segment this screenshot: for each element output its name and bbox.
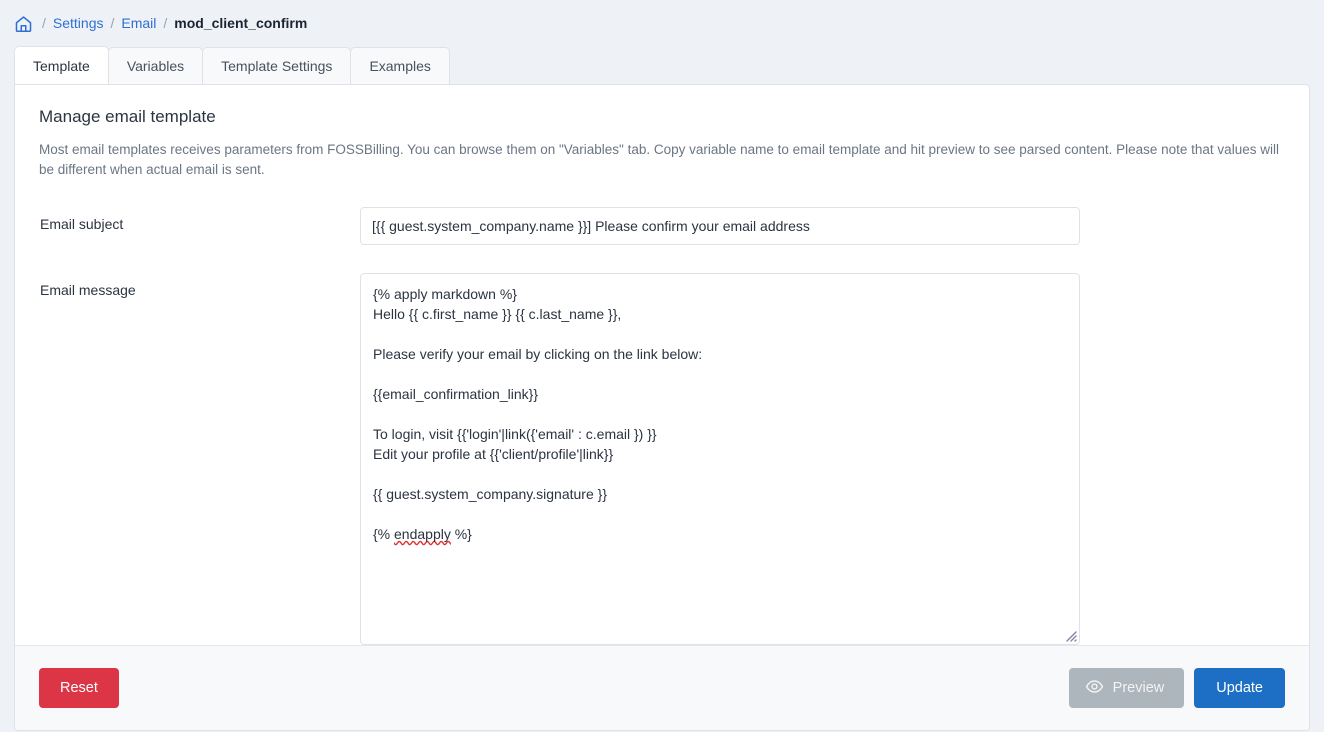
email-message-text-part1: {% apply markdown %} Hello {{ c.first_na… xyxy=(373,286,702,542)
breadcrumb: / Settings / Email / mod_client_confirm xyxy=(0,0,1324,46)
misspelled-word: endapply xyxy=(394,526,451,542)
email-message-textarea[interactable]: {% apply markdown %} Hello {{ c.first_na… xyxy=(360,273,1080,645)
breadcrumb-current-page: mod_client_confirm xyxy=(174,15,307,31)
tab-template[interactable]: Template xyxy=(14,46,109,84)
breadcrumb-separator-1: / xyxy=(42,15,46,31)
email-message-row: Email message {% apply markdown %} Hello… xyxy=(39,273,1285,645)
email-subject-control xyxy=(360,207,1080,245)
tab-bar: Template Variables Template Settings Exa… xyxy=(0,46,1324,84)
tab-examples[interactable]: Examples xyxy=(350,47,449,84)
tab-template-settings[interactable]: Template Settings xyxy=(202,47,351,84)
preview-button[interactable]: Preview xyxy=(1069,668,1185,708)
card-footer: Reset Preview Update xyxy=(15,645,1309,730)
reset-button[interactable]: Reset xyxy=(39,668,119,708)
email-message-control: {% apply markdown %} Hello {{ c.first_na… xyxy=(360,273,1080,645)
breadcrumb-link-settings[interactable]: Settings xyxy=(53,15,104,31)
email-message-text: {% apply markdown %} Hello {{ c.first_na… xyxy=(373,284,1067,544)
page-description: Most email templates receives parameters… xyxy=(39,140,1279,179)
preview-button-label: Preview xyxy=(1113,680,1165,696)
breadcrumb-separator-3: / xyxy=(163,15,167,31)
home-icon[interactable] xyxy=(14,15,33,33)
textarea-resize-handle[interactable] xyxy=(1063,628,1077,642)
email-subject-input[interactable] xyxy=(360,207,1080,245)
email-subject-label: Email subject xyxy=(39,207,360,232)
template-card: Manage email template Most email templat… xyxy=(14,84,1310,731)
breadcrumb-separator-2: / xyxy=(110,15,114,31)
email-subject-row: Email subject xyxy=(39,207,1285,245)
update-button[interactable]: Update xyxy=(1194,668,1285,708)
tab-variables[interactable]: Variables xyxy=(108,47,203,84)
email-message-text-part2: %} xyxy=(451,526,472,542)
card-body: Manage email template Most email templat… xyxy=(15,85,1309,645)
footer-actions: Preview Update xyxy=(1069,668,1285,708)
eye-icon xyxy=(1085,677,1104,700)
email-message-label: Email message xyxy=(39,273,360,298)
page-title: Manage email template xyxy=(39,107,1285,127)
breadcrumb-link-email[interactable]: Email xyxy=(121,15,156,31)
